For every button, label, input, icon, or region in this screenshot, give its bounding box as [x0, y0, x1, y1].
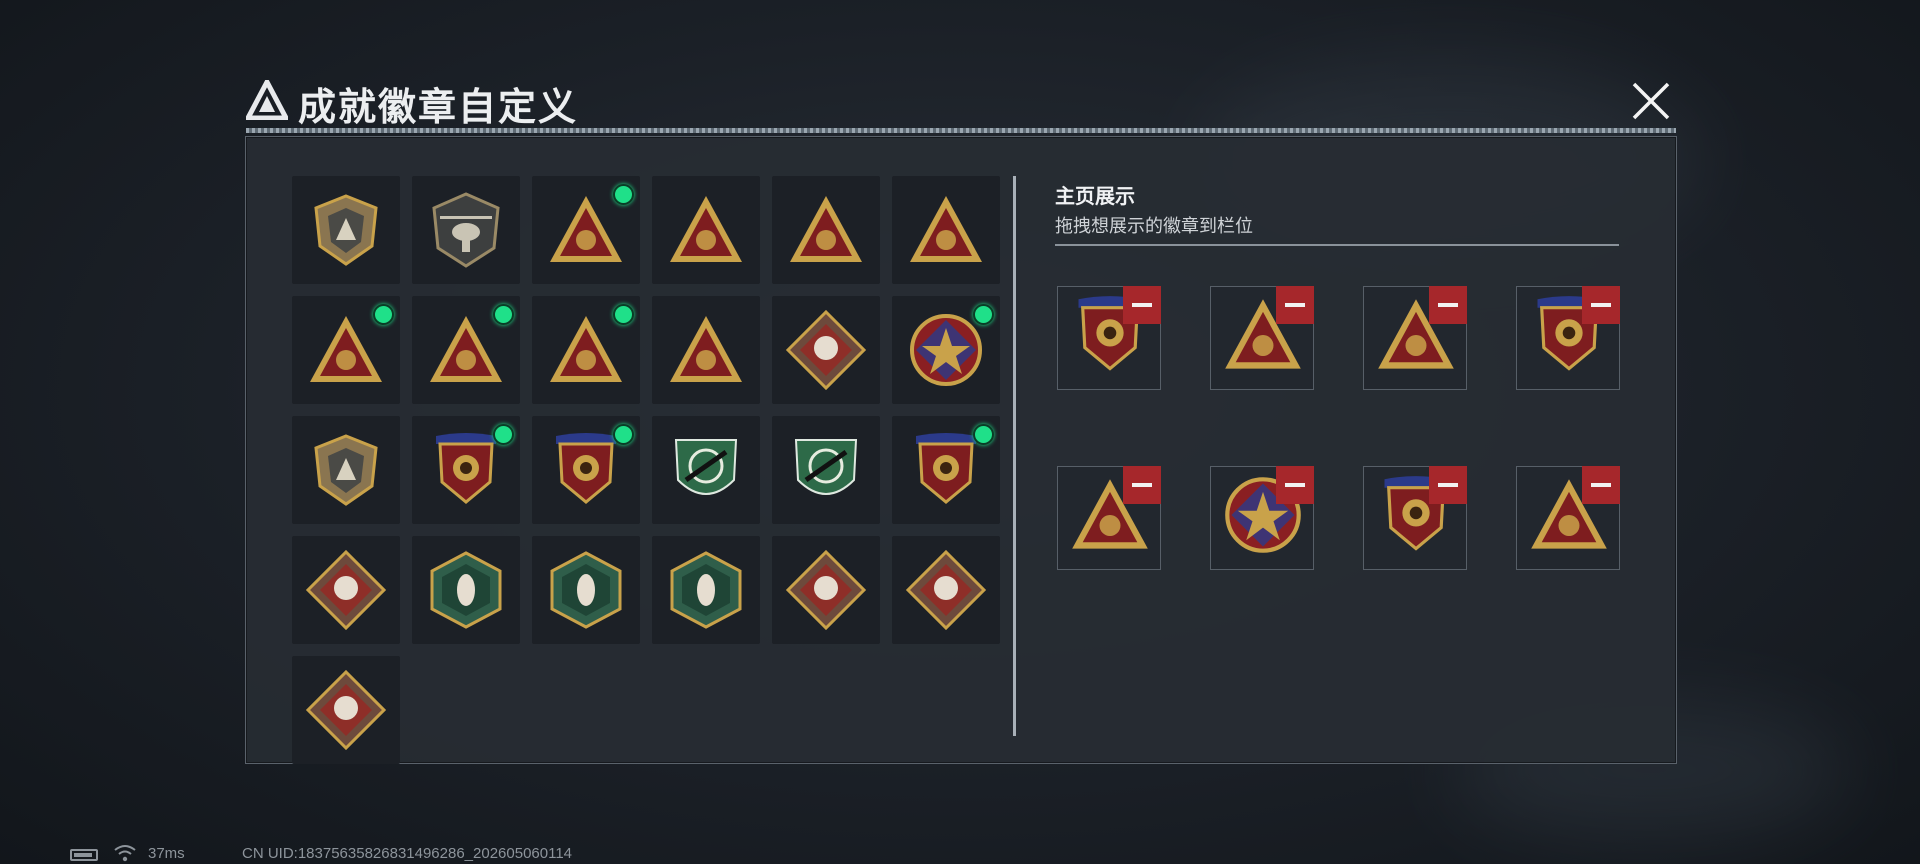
remove-badge-button[interactable] — [1123, 466, 1161, 504]
showcase-slot-5[interactable] — [1057, 466, 1161, 570]
close-icon[interactable] — [1628, 78, 1674, 124]
badge-squad-triangle-icon — [550, 316, 622, 382]
badge-rank-1-triangle-cell[interactable] — [292, 296, 400, 404]
badge-helicopter-cell[interactable] — [412, 176, 520, 284]
badge-arrow-shield-cell[interactable] — [292, 416, 400, 524]
new-badge-dot — [973, 304, 994, 325]
badge-squad-triangle-cell[interactable] — [532, 296, 640, 404]
badge-s4-triangle-icon — [670, 196, 742, 262]
dialog-header: 成就徽章自定义 — [236, 70, 1676, 134]
badge-radar-triangle-cell[interactable] — [532, 176, 640, 284]
badge-s5-triangle-icon — [790, 196, 862, 262]
badge-runner-diamond-icon — [306, 670, 386, 750]
showcase-slot-4[interactable] — [1516, 286, 1620, 390]
badge-rose-diamond-cell[interactable] — [772, 296, 880, 404]
remove-badge-button[interactable] — [1582, 286, 1620, 324]
badge-red-gem-medal-icon — [556, 433, 616, 504]
badge-wasp-hex-icon — [430, 551, 502, 629]
remove-badge-button[interactable] — [1429, 286, 1467, 324]
showcase-slot-8[interactable] — [1516, 466, 1620, 570]
showcase-divider — [1055, 244, 1619, 246]
new-badge-dot — [613, 184, 634, 205]
badge-helicopter-icon — [432, 192, 500, 268]
badge-wasp-hex-cell[interactable] — [412, 536, 520, 644]
badge-dragon-diamond-cell[interactable] — [772, 536, 880, 644]
badge-wasp-hex-2-cell[interactable] — [532, 536, 640, 644]
badge-star-medal-icon — [910, 314, 982, 386]
badge-green-crosshair-shield-icon — [794, 439, 858, 495]
showcase-slot-7[interactable] — [1363, 466, 1467, 570]
new-badge-dot — [973, 424, 994, 445]
badge-s5-plane-triangle-cell[interactable] — [892, 176, 1000, 284]
badge-squad-flag-cell[interactable] — [652, 296, 760, 404]
new-badge-dot — [613, 304, 634, 325]
ping-readout: 37ms — [148, 845, 185, 862]
badge-green-sniper-shield-icon — [674, 439, 738, 495]
badge-wasp-hex-2-icon — [550, 551, 622, 629]
showcase-subtitle: 拖拽想展示的徽章到栏位 — [1055, 216, 1253, 236]
badge-radar-triangle-icon — [550, 196, 622, 262]
remove-badge-button[interactable] — [1276, 466, 1314, 504]
badge-gray-shield-icon — [314, 194, 378, 266]
badge-gold-emblem-medal-icon — [436, 433, 496, 504]
badge-gray-shield-cell[interactable] — [292, 176, 400, 284]
badge-s5-triangle-cell[interactable] — [772, 176, 880, 284]
user-uid: CN UID:1837563582683149628​6_20260506011… — [242, 845, 573, 862]
badge-runner-diamond-cell[interactable] — [292, 656, 400, 764]
showcase-slot-2[interactable] — [1210, 286, 1314, 390]
game-logo-icon — [246, 80, 288, 120]
remove-badge-button[interactable] — [1123, 286, 1161, 324]
new-badge-dot — [613, 424, 634, 445]
badge-fist-hex-cell[interactable] — [652, 536, 760, 644]
badge-s5-plane-triangle-icon — [910, 196, 982, 262]
remove-badge-button[interactable] — [1582, 466, 1620, 504]
badge-dragon-diamond-2-cell[interactable] — [892, 536, 1000, 644]
badge-blue-missile-medal-cell[interactable] — [892, 416, 1000, 524]
badge-blue-missile-medal-icon — [916, 433, 976, 504]
remove-badge-button[interactable] — [1276, 286, 1314, 324]
badge-star-medal-cell[interactable] — [892, 296, 1000, 404]
badge-s4-triangle-cell[interactable] — [652, 176, 760, 284]
badge-wolf-diamond-cell[interactable] — [292, 536, 400, 644]
badge-dragon-diamond-2-icon — [906, 550, 986, 630]
new-badge-dot — [493, 424, 514, 445]
wifi-icon — [114, 845, 136, 862]
showcase-slot-1[interactable] — [1057, 286, 1161, 390]
badge-gold-emblem-medal-cell[interactable] — [412, 416, 520, 524]
badge-gem-triangle-icon — [430, 316, 502, 382]
new-badge-dot — [493, 304, 514, 325]
panel-divider — [1013, 176, 1016, 736]
badge-rose-diamond-icon — [786, 310, 866, 390]
battery-icon — [70, 849, 98, 861]
remove-badge-button[interactable] — [1429, 466, 1467, 504]
showcase-slot-3[interactable] — [1363, 286, 1467, 390]
page-title: 成就徽章自定义 — [298, 87, 579, 129]
badge-wolf-diamond-icon — [306, 550, 386, 630]
badge-red-gem-medal-cell[interactable] — [532, 416, 640, 524]
new-badge-dot — [373, 304, 394, 325]
badge-rank-1-triangle-icon — [310, 316, 382, 382]
badge-squad-flag-icon — [670, 316, 742, 382]
badge-arrow-shield-icon — [314, 434, 378, 506]
showcase-slot-6[interactable] — [1210, 466, 1314, 570]
badge-fist-hex-icon — [670, 551, 742, 629]
badge-green-sniper-shield-cell[interactable] — [652, 416, 760, 524]
badge-green-crosshair-shield-cell[interactable] — [772, 416, 880, 524]
showcase-title: 主页展示 — [1055, 186, 1135, 208]
badge-dragon-diamond-icon — [786, 550, 866, 630]
badge-gem-triangle-cell[interactable] — [412, 296, 520, 404]
title-underline — [246, 128, 1676, 133]
